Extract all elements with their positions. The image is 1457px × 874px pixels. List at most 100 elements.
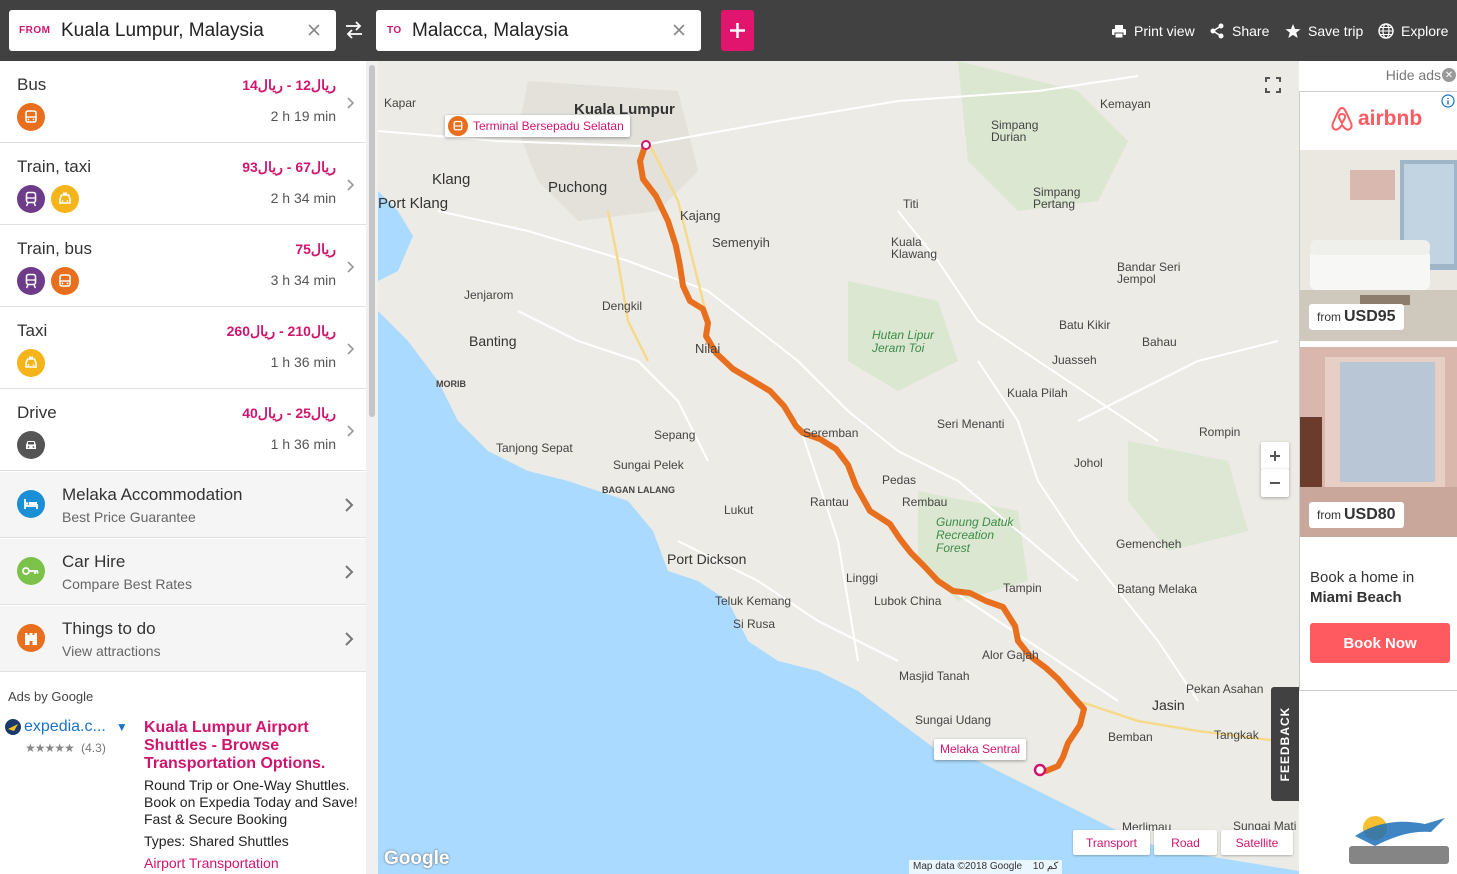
chevron-right-icon — [347, 425, 355, 437]
feedback-tab[interactable]: FEEDBACK — [1271, 687, 1299, 801]
share-button[interactable]: Share — [1209, 20, 1269, 42]
map-label: Si Rusa — [733, 617, 776, 631]
chevron-right-icon — [345, 498, 354, 512]
add-stop-button[interactable] — [721, 10, 754, 51]
accommodation-link[interactable]: Melaka Accommodation Best Price Guarante… — [0, 472, 366, 538]
map-label: Port Klang — [378, 195, 449, 212]
map-label: Seremban — [803, 426, 859, 440]
taxi-icon — [51, 185, 79, 213]
ad-domain[interactable]: expedia.c... — [24, 718, 106, 736]
swap-icon[interactable] — [343, 20, 365, 40]
printer-icon — [1112, 24, 1126, 38]
explore-button[interactable]: Explore — [1378, 20, 1448, 42]
map-type-road[interactable]: Road — [1154, 830, 1217, 855]
route-icons — [17, 431, 45, 459]
map-label: Tanjong Sepat — [496, 441, 573, 455]
extra-subtitle: Compare Best Rates — [62, 576, 192, 592]
to-field[interactable]: TO Malacca, Malaysia — [376, 10, 701, 51]
map-label: Teluk Kemang — [715, 594, 792, 608]
airbnb-logo: airbnb — [1330, 106, 1422, 132]
route-price: ريال210 - ريال260 — [226, 323, 336, 339]
route-price: ريال25 - ريال40 — [242, 405, 336, 421]
clear-to-icon[interactable] — [669, 20, 689, 40]
things-to-do-link[interactable]: Things to do View attractions — [0, 606, 366, 672]
results-scrollbar[interactable] — [366, 61, 378, 874]
save-trip-button[interactable]: Save trip — [1285, 20, 1363, 42]
fullscreen-button[interactable] — [1260, 72, 1286, 98]
map-label: Kuala Klawang — [891, 235, 938, 261]
airbnb-ad[interactable]: airbnb from USD95 from USD80 Book a home… — [1299, 91, 1457, 691]
ad-rating-value: (4.3) — [81, 741, 106, 755]
map-label: Semenyih — [712, 235, 770, 250]
results-panel: Bus ريال12 - ريال14 2 h 19 min Train, ta… — [0, 61, 366, 874]
ad-source[interactable]: expedia.c... ▼ — [5, 718, 128, 736]
route-duration: 3 h 34 min — [270, 272, 336, 288]
zoom-out-button[interactable] — [1261, 469, 1289, 497]
from-field[interactable]: FROM Kuala Lumpur, Malaysia — [9, 10, 336, 51]
from-input[interactable]: Kuala Lumpur, Malaysia — [61, 20, 264, 42]
map-canvas[interactable] — [378, 61, 1299, 874]
map-label: Rembau — [902, 495, 948, 509]
taxi-icon — [17, 349, 45, 377]
chevron-down-icon[interactable]: ▼ — [116, 720, 128, 734]
map-label: Hutan Lipur Jeram Toi — [872, 328, 935, 355]
to-input[interactable]: Malacca, Malaysia — [412, 20, 568, 42]
map-label: Bemban — [1108, 730, 1153, 744]
map-label: Tangkak — [1214, 728, 1259, 742]
listing-price: USD80 — [1344, 506, 1396, 523]
fullscreen-icon — [1265, 77, 1281, 93]
destination-callout[interactable]: Melaka Sentral — [934, 739, 1027, 760]
train-icon — [17, 185, 45, 213]
chevron-right-icon — [347, 179, 355, 191]
route-option-taxi[interactable]: Taxi ريال210 - ريال260 1 h 36 min — [0, 307, 366, 389]
map-label: Jasin — [1152, 697, 1185, 713]
route-option-train-taxi[interactable]: Train, taxi ريال67 - ريال93 2 h 34 min — [0, 143, 366, 225]
map-label: Puchong — [548, 179, 608, 196]
map-label: Dengkil — [602, 299, 643, 313]
route-icons — [17, 185, 79, 213]
map-label: Rompin — [1199, 425, 1241, 439]
car-hire-link[interactable]: Car Hire Compare Best Rates — [0, 539, 366, 605]
map-label: Kajang — [680, 208, 721, 223]
promo-line-2: Miami Beach — [1310, 589, 1402, 606]
site-watermark-logo — [1349, 816, 1449, 864]
map-type-transport[interactable]: Transport — [1073, 830, 1150, 855]
ad-body: Round Trip or One-Way Shuttles. Book on … — [144, 777, 358, 827]
clear-from-icon[interactable] — [304, 20, 324, 40]
bed-icon — [17, 490, 45, 518]
route-option-bus[interactable]: Bus ريال12 - ريال14 2 h 19 min — [0, 61, 366, 143]
map-label: Sepang — [654, 428, 696, 442]
ad-sitelink[interactable]: Airport Transportation — [144, 855, 279, 871]
print-view-button[interactable]: Print view — [1111, 20, 1195, 42]
save-trip-label: Save trip — [1308, 23, 1364, 39]
close-icon[interactable]: ✕ — [1442, 68, 1456, 82]
route-mode: Bus — [17, 75, 47, 94]
map-type-satellite[interactable]: Satellite — [1221, 830, 1293, 855]
destination-marker — [1033, 763, 1047, 777]
origin-marker — [641, 140, 651, 150]
origin-callout[interactable]: Terminal Bersepadu Selatan — [445, 115, 630, 137]
ad-title-link[interactable]: Kuala Lumpur Airport Shuttles - Browse T… — [144, 719, 354, 773]
route-price: ريال12 - ريال14 — [242, 77, 336, 93]
map-label: Masjid Tanah — [899, 669, 970, 683]
hide-ads-link[interactable]: Hide ads — [1386, 67, 1441, 83]
route-option-train-bus[interactable]: Train, bus ريال75 3 h 34 min — [0, 225, 366, 307]
map-label: Juasseh — [1052, 353, 1097, 367]
route-duration: 1 h 36 min — [270, 436, 336, 452]
zoom-in-button[interactable] — [1261, 442, 1289, 470]
explore-label: Explore — [1401, 23, 1449, 39]
from-label: from — [1317, 508, 1341, 522]
promo-line-1: Book a home in — [1310, 569, 1415, 586]
map-label: Batu Kikir — [1059, 318, 1111, 332]
scrollbar-thumb[interactable] — [369, 65, 375, 417]
route-option-drive[interactable]: Drive ريال25 - ريال40 1 h 36 min — [0, 389, 366, 471]
adchoices-icon[interactable] — [1441, 94, 1455, 108]
map-label: MORIB — [436, 379, 466, 389]
map-attribution-text: Map data ©2018 Google — [913, 861, 1023, 872]
map-label: Bahau — [1142, 335, 1177, 349]
globe-icon — [1378, 23, 1394, 39]
map-label: Gemencheh — [1116, 537, 1182, 551]
map-label: Banting — [469, 333, 517, 349]
book-now-button[interactable]: Book Now — [1310, 623, 1450, 663]
route-map[interactable]: Kuala Lumpur Klang Puchong Port Klang Ka… — [378, 61, 1299, 874]
